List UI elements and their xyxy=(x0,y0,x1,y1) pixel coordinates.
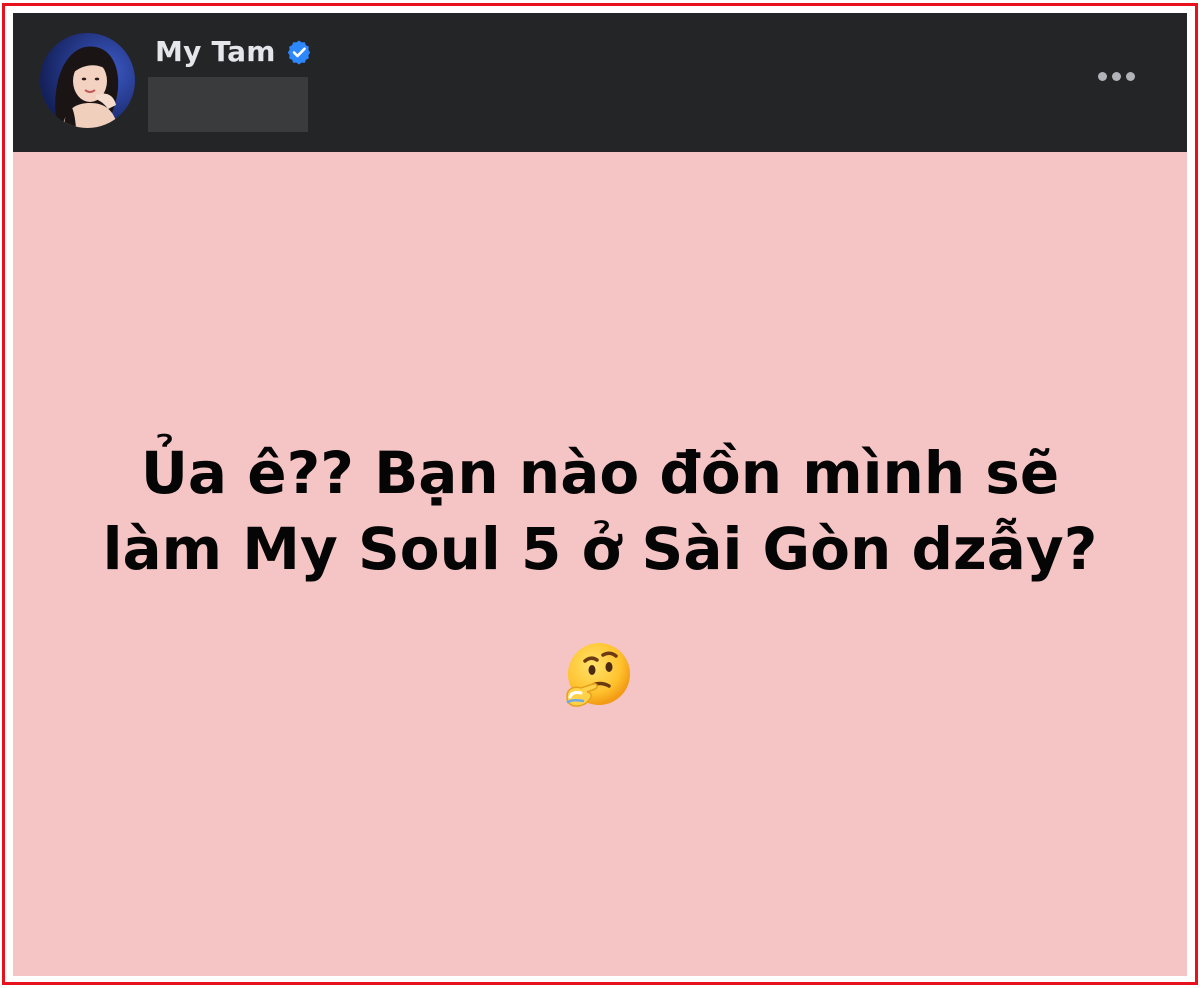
avatar-photo xyxy=(40,33,135,128)
post-meta-redacted xyxy=(148,77,308,132)
more-dot xyxy=(1097,71,1107,81)
author-name[interactable]: My Tam xyxy=(155,35,276,68)
post-content: Ủa ê?? Bạn nào đồn mình sẽ làm My Soul 5… xyxy=(13,152,1187,976)
highlight-frame: My Tam Ủa ê?? Bạn nào đồn mình sẽ làm My… xyxy=(2,3,1198,985)
more-dot xyxy=(1125,71,1135,81)
facebook-post: My Tam Ủa ê?? Bạn nào đồn mình sẽ làm My… xyxy=(13,13,1187,976)
more-dot xyxy=(1111,71,1121,81)
post-text: Ủa ê?? Bạn nào đồn mình sẽ làm My Soul 5… xyxy=(13,435,1187,587)
author-avatar[interactable] xyxy=(40,33,135,128)
more-options-icon[interactable] xyxy=(1091,61,1141,91)
thinking-face-icon xyxy=(566,643,630,707)
verified-badge-icon xyxy=(287,40,310,64)
post-text-line-2: làm My Soul 5 ở Sài Gòn dzẫy? xyxy=(102,515,1098,583)
post-header: My Tam xyxy=(13,13,1187,152)
post-text-line-1: Ủa ê?? Bạn nào đồn mình sẽ xyxy=(140,439,1060,507)
author-row: My Tam xyxy=(155,35,312,68)
